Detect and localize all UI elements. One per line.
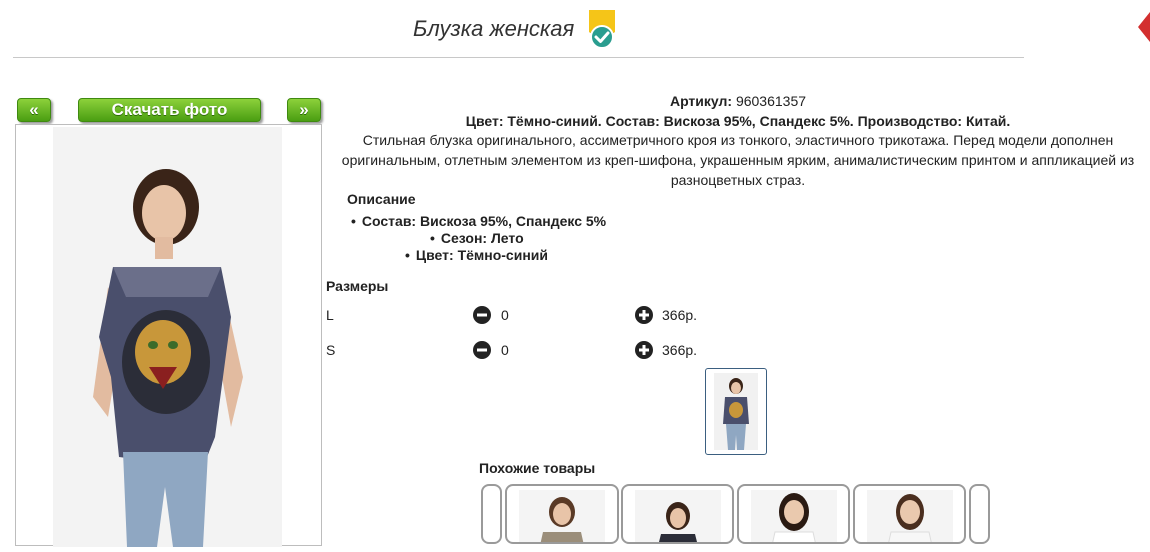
detail-bullet: Сезон: Лето — [430, 230, 524, 246]
similar-next-arrow[interactable] — [969, 484, 990, 544]
next-photo-button[interactable]: » — [287, 98, 321, 122]
photo-thumbnail[interactable] — [705, 368, 767, 455]
close-icon[interactable] — [1138, 12, 1150, 42]
plus-icon[interactable] — [635, 306, 653, 324]
price: 366р. — [662, 342, 698, 358]
price: 366р. — [662, 307, 698, 323]
article-value: 960361357 — [735, 93, 807, 109]
header-divider — [13, 57, 1024, 58]
previous-photo-button[interactable]: « — [17, 98, 51, 122]
minus-icon[interactable] — [473, 306, 491, 324]
quantity-value: 0 — [501, 342, 509, 358]
similar-products-heading: Похожие товары — [479, 460, 596, 476]
sizes-heading: Размеры — [326, 278, 389, 294]
detail-bullet: Цвет: Тёмно-синий — [405, 247, 548, 263]
detail-bullet: Состав: Вискоза 95%, Спандекс 5% — [351, 213, 606, 229]
quantity-value: 0 — [501, 307, 509, 323]
download-photo-button[interactable]: Скачать фото — [78, 98, 261, 122]
article-line: Артикул: 960361357 — [327, 91, 1149, 111]
size-label: S — [326, 342, 336, 358]
page-title: Блузка женская — [413, 16, 575, 41]
similar-prev-arrow[interactable] — [481, 484, 502, 544]
description-heading: Описание — [347, 191, 416, 207]
similar-product-card[interactable] — [853, 484, 966, 544]
similar-product-card[interactable] — [505, 484, 619, 544]
product-description: Стильная блузка оригинального, ассиметри… — [341, 132, 1135, 188]
article-label: Артикул: — [669, 93, 733, 109]
product-specs: Цвет: Тёмно-синий. Состав: Вискоза 95%, … — [465, 113, 1011, 129]
product-photo[interactable] — [53, 127, 282, 547]
minus-icon[interactable] — [473, 341, 491, 359]
size-label: L — [326, 307, 334, 323]
verified-badge-icon — [587, 10, 617, 50]
similar-product-card[interactable] — [621, 484, 734, 544]
similar-product-card[interactable] — [737, 484, 850, 544]
plus-icon[interactable] — [635, 341, 653, 359]
